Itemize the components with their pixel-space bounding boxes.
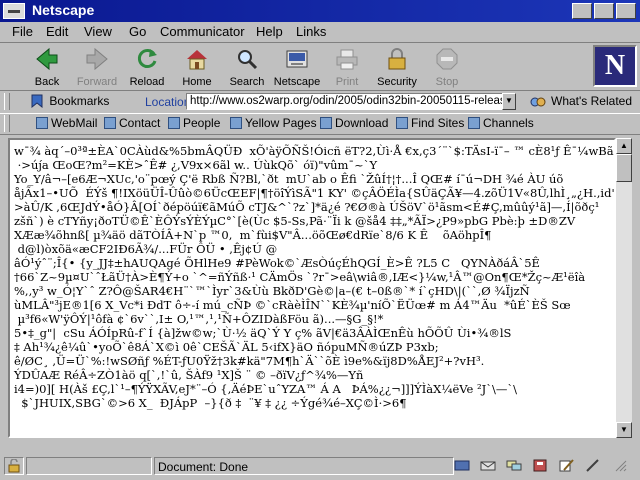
personal-item-people[interactable]: People — [168, 116, 220, 130]
bookmark-item-icon — [230, 117, 242, 129]
menu-links[interactable]: Links — [296, 24, 326, 39]
bookmark-item-icon — [468, 117, 480, 129]
discussion-icon[interactable] — [506, 458, 522, 472]
bookmark-item-icon — [104, 117, 116, 129]
window-title: Netscape — [32, 2, 95, 18]
menu-edit[interactable]: Edit — [46, 24, 68, 39]
security-label: Security — [377, 76, 417, 88]
security-status-panel[interactable] — [4, 457, 24, 475]
bookmark-item-icon — [396, 117, 408, 129]
url-dropdown-button[interactable]: ▼ — [502, 93, 516, 110]
stop-icon — [435, 47, 459, 71]
netscape-logo[interactable]: N — [593, 45, 637, 87]
netscape-n-icon: N — [604, 50, 626, 81]
bookmark-item-icon — [168, 117, 180, 129]
personal-item-find-sites[interactable]: Find Sites — [396, 116, 464, 130]
navigator-icon[interactable] — [454, 458, 470, 472]
bookmark-icon — [31, 94, 43, 109]
personal-item-contact[interactable]: Contact — [104, 116, 160, 130]
whats-related-icon — [530, 97, 546, 107]
stop-label: Stop — [435, 76, 459, 88]
menu-help[interactable]: Help — [256, 24, 283, 39]
home-label: Home — [182, 76, 212, 88]
reload-label: Reload — [129, 76, 165, 88]
printer-icon — [335, 47, 359, 71]
scroll-thumb[interactable] — [616, 154, 632, 182]
back-button[interactable]: Back — [22, 45, 72, 89]
search-button[interactable]: Search — [222, 45, 272, 89]
system-menu-icon[interactable] — [3, 3, 25, 19]
personal-item-webmail[interactable]: WebMail — [36, 116, 97, 130]
toolbar-grip[interactable] — [4, 93, 10, 110]
url-field[interactable]: http://www.os2warp.org/odin/2005/odin32b… — [186, 93, 514, 110]
reload-button[interactable]: Reload — [122, 45, 172, 89]
mailbox-icon[interactable] — [480, 458, 496, 472]
search-label: Search — [229, 76, 265, 88]
menu-view[interactable]: View — [84, 24, 112, 39]
composer-icon[interactable] — [558, 458, 574, 472]
personal-item-yellow-pages[interactable]: Yellow Pages — [230, 116, 317, 130]
minimize-button[interactable] — [572, 3, 592, 19]
personal-item-download[interactable]: Download — [320, 116, 388, 130]
binary-text: w¯¾ àq´–0³ª±ÈA`0CÀùd&%5bmÂQÜÐ xÕ'àÿÕÑŠ!Ó… — [14, 144, 614, 410]
search-icon — [235, 47, 259, 71]
unlocked-icon — [8, 459, 20, 473]
lock-icon — [385, 47, 409, 71]
title-bar: Netscape — [0, 0, 640, 22]
maximize-button[interactable] — [594, 3, 614, 19]
menu-bar: File Edit View Go Communicator Help Link… — [0, 22, 640, 43]
status-text: Document: Done — [158, 460, 249, 474]
resize-grip-icon[interactable] — [612, 458, 628, 472]
location-toolbar: Bookmarks Location: http://www.os2warp.o… — [0, 90, 640, 114]
bookmarks-label: Bookmarks — [49, 94, 110, 108]
netscape-button[interactable]: Netscape — [272, 45, 322, 89]
menu-communicator[interactable]: Communicator — [160, 24, 245, 39]
forward-button[interactable]: Forward — [72, 45, 122, 89]
print-label: Print — [335, 76, 359, 88]
bookmark-item-icon — [320, 117, 332, 129]
status-pen-icon — [586, 459, 599, 472]
menu-go[interactable]: Go — [129, 24, 146, 39]
netscape-label: Netscape — [273, 76, 321, 88]
toolbar-grip[interactable] — [4, 115, 10, 132]
security-button[interactable]: Security — [372, 45, 422, 89]
scroll-down-button[interactable]: ▼ — [616, 422, 632, 438]
bookmarks-button[interactable]: Bookmarks — [30, 94, 110, 109]
page-content[interactable]: w¯¾ àq´–0³ª±ÈA`0CÀùd&%5bmÂQÜÐ xÕ'àÿÕÑŠ!Ó… — [8, 138, 616, 438]
browser-window: Netscape File Edit View Go Communicator … — [0, 0, 640, 480]
print-button[interactable]: Print — [322, 45, 372, 89]
status-bar: Document: Done — [0, 452, 640, 480]
personal-item-channels[interactable]: Channels — [468, 116, 534, 130]
address-book-icon[interactable] — [532, 458, 548, 472]
home-button[interactable]: Home — [172, 45, 222, 89]
close-button[interactable] — [616, 3, 636, 19]
reload-icon — [135, 47, 159, 71]
my-netscape-icon — [285, 47, 309, 71]
back-label: Back — [34, 76, 60, 88]
whats-related-button[interactable]: What's Related — [551, 94, 632, 108]
home-icon — [185, 47, 209, 71]
stop-button[interactable]: Stop — [422, 45, 472, 89]
navigation-toolbar: Back Forward Reload Home Search Netscape… — [0, 43, 590, 90]
personal-toolbar: WebMail Contact People Yellow Pages Down… — [0, 113, 640, 135]
forward-arrow-icon — [85, 47, 109, 71]
vertical-scrollbar[interactable]: ▲ ▼ — [616, 138, 632, 438]
bookmark-item-icon — [36, 117, 48, 129]
forward-label: Forward — [76, 76, 118, 88]
progress-panel — [26, 457, 152, 475]
back-arrow-icon — [35, 47, 59, 71]
menu-file[interactable]: File — [12, 24, 33, 39]
scroll-up-button[interactable]: ▲ — [616, 138, 632, 154]
